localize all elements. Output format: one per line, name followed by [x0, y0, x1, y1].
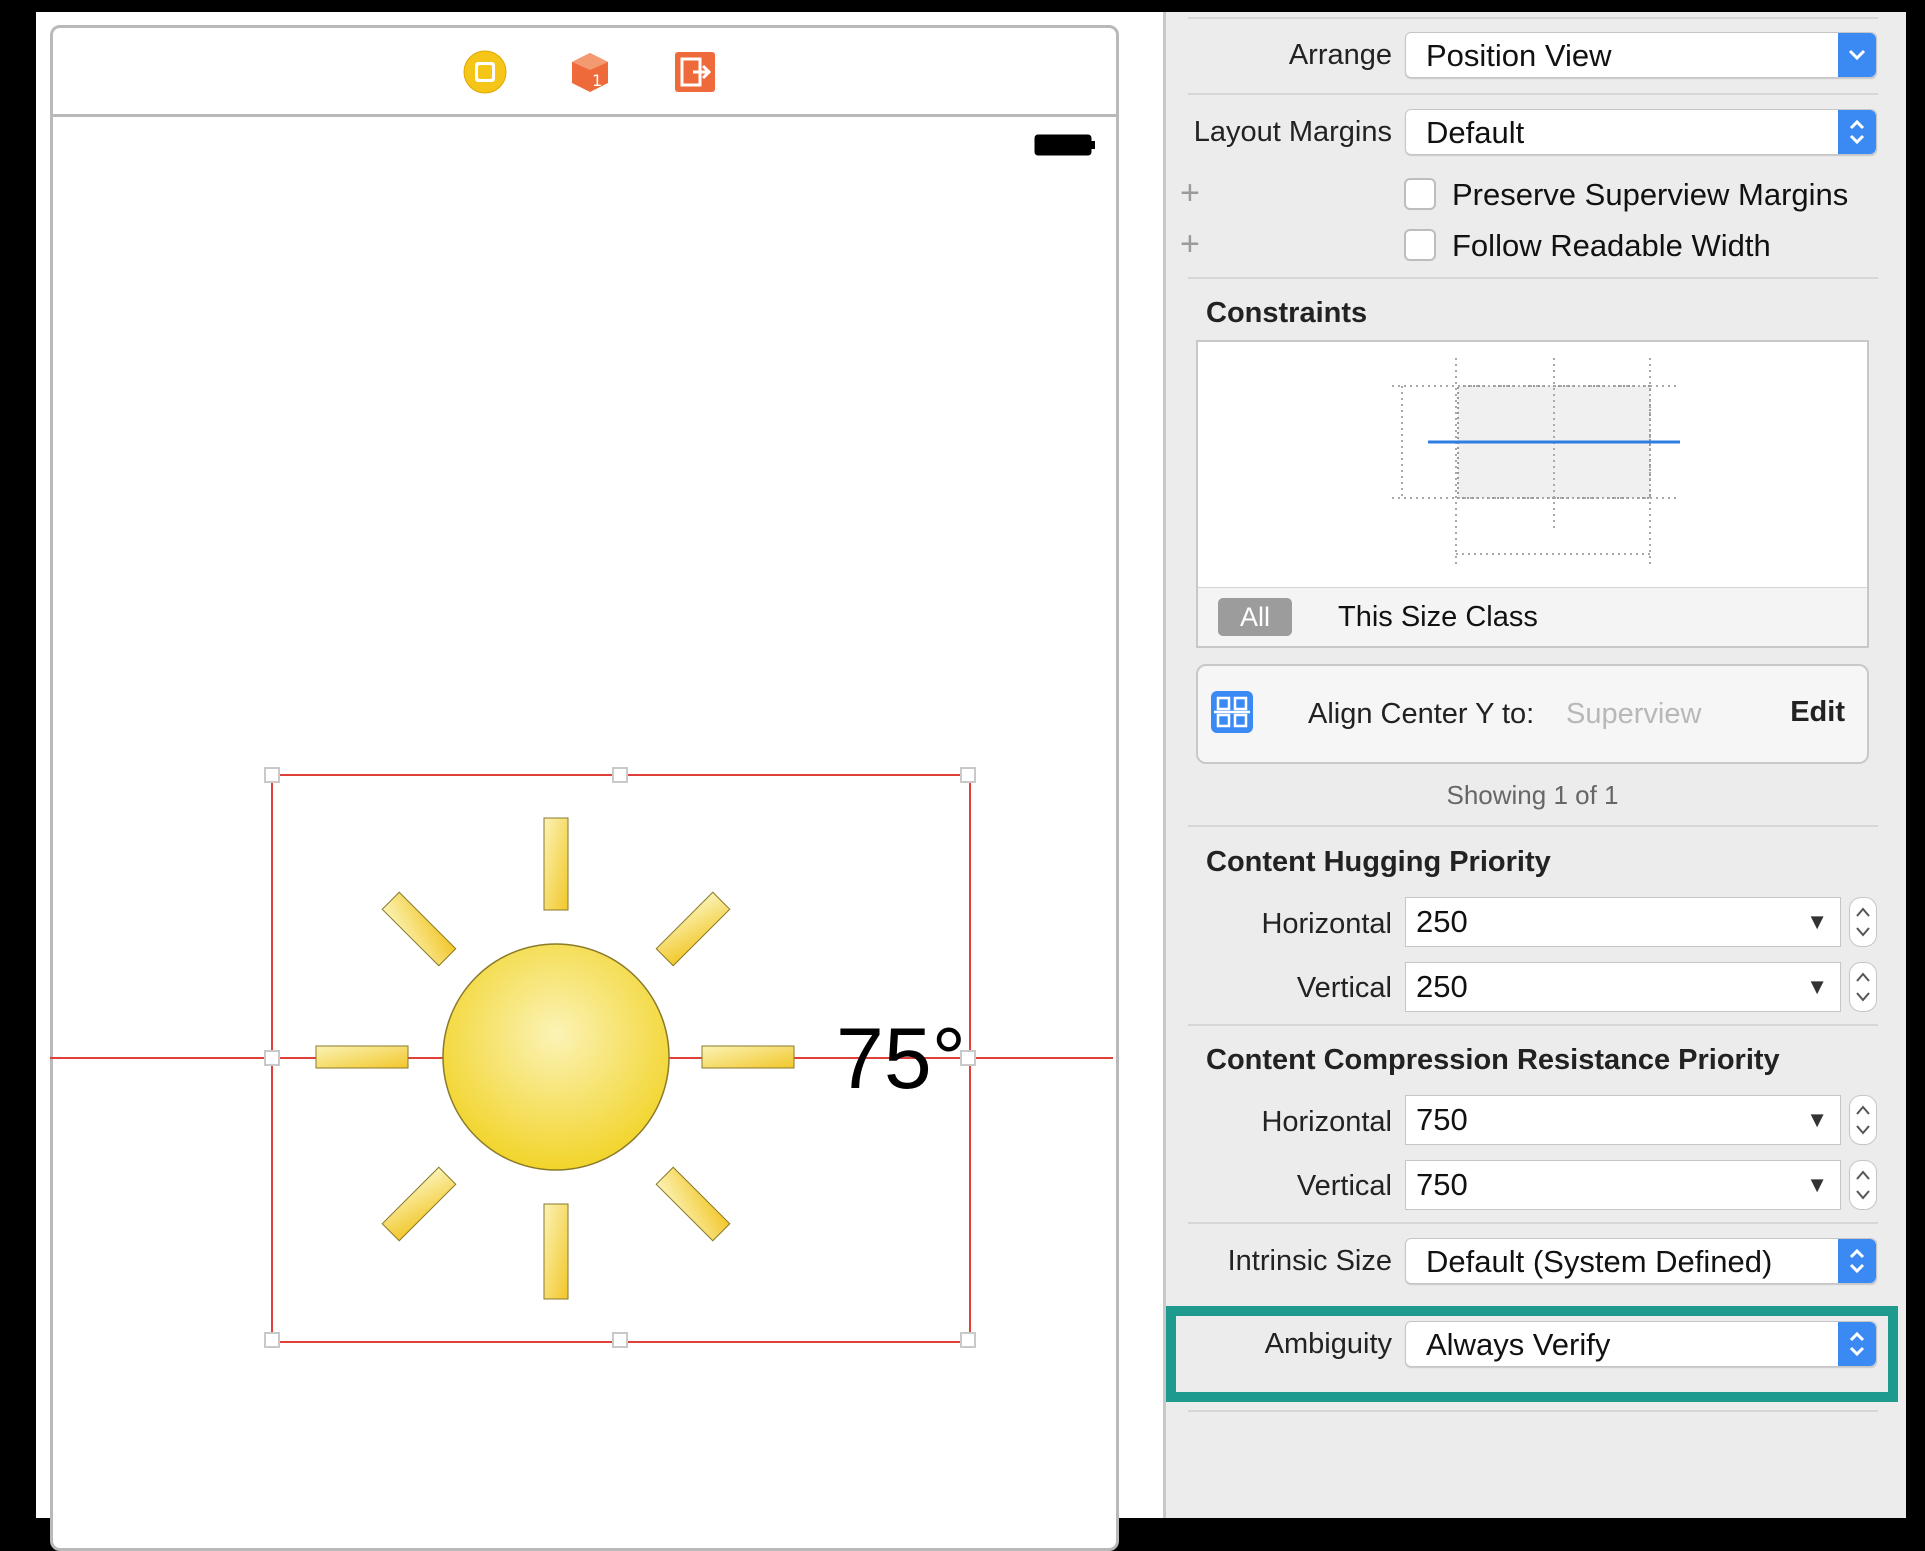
ambiguity-label: Ambiguity: [1264, 1328, 1392, 1360]
up-down-chevron-icon: [1838, 1322, 1876, 1366]
compression-vertical-field[interactable]: 750 ▼: [1405, 1160, 1841, 1210]
stepper-arrows-icon: [1856, 972, 1870, 1002]
segment-this-size-class[interactable]: This Size Class: [1338, 598, 1538, 636]
constraint-description: Align Center Y to:: [1308, 698, 1535, 730]
hugging-horizontal-label: Horizontal: [1261, 908, 1392, 940]
up-down-chevron-icon: [1838, 110, 1876, 154]
dropdown-arrow-icon[interactable]: ▼: [1806, 898, 1828, 946]
layout-margins-popup[interactable]: Default: [1405, 109, 1877, 155]
resize-handle[interactable]: [264, 1050, 280, 1066]
dropdown-arrow-icon[interactable]: ▼: [1806, 1096, 1828, 1144]
layout-margins-label: Layout Margins: [1193, 116, 1392, 148]
hugging-horizontal-stepper[interactable]: [1849, 897, 1877, 947]
compression-vertical-label: Vertical: [1296, 1170, 1392, 1202]
dropdown-arrow-icon[interactable]: ▼: [1806, 1161, 1828, 1209]
constraints-title: Constraints: [1206, 297, 1368, 329]
resize-handle[interactable]: [264, 1332, 280, 1348]
hugging-vertical-stepper[interactable]: [1849, 962, 1877, 1012]
svg-text:1: 1: [592, 71, 602, 90]
resize-handle[interactable]: [960, 767, 976, 783]
arrange-label: Arrange: [1288, 39, 1392, 71]
size-class-segmented-control: All This Size Class: [1198, 587, 1867, 646]
ambiguity-value: Always Verify: [1426, 1327, 1611, 1362]
divider: [1188, 17, 1878, 19]
stepper-arrows-icon: [1856, 1105, 1870, 1135]
divider: [1188, 93, 1878, 95]
resize-handle[interactable]: [612, 767, 628, 783]
hugging-vertical-value: 250: [1416, 969, 1468, 1004]
intrinsic-size-label: Intrinsic Size: [1227, 1245, 1392, 1277]
chevron-down-icon: [1838, 33, 1876, 77]
edit-button[interactable]: Edit: [1790, 696, 1845, 729]
compression-vertical-value: 750: [1416, 1167, 1468, 1202]
segment-all[interactable]: All: [1218, 598, 1292, 636]
resize-handle[interactable]: [264, 767, 280, 783]
align-center-y-icon: [1211, 691, 1253, 733]
follow-readable-width-checkbox[interactable]: [1404, 229, 1436, 261]
constraints-diagram: All This Size Class: [1196, 340, 1869, 648]
plus-icon[interactable]: +: [1180, 225, 1200, 264]
hugging-horizontal-field[interactable]: 250 ▼: [1405, 897, 1841, 947]
compression-title: Content Compression Resistance Priority: [1206, 1044, 1780, 1076]
scene-dock: 1: [53, 28, 1116, 117]
plus-icon[interactable]: +: [1180, 174, 1200, 213]
showing-count: Showing 1 of 1: [1446, 780, 1619, 810]
constraint-diagram-icon: [1392, 358, 1680, 568]
divider: [1188, 1222, 1878, 1224]
resize-handle[interactable]: [612, 1332, 628, 1348]
first-responder-icon[interactable]: 1: [568, 50, 612, 94]
arrange-value: Position View: [1426, 38, 1612, 73]
preserve-superview-margins-label: Preserve Superview Margins: [1452, 177, 1849, 212]
divider: [1188, 825, 1878, 827]
stepper-arrows-icon: [1856, 907, 1870, 937]
hugging-vertical-label: Vertical: [1296, 972, 1392, 1004]
hugging-title: Content Hugging Priority: [1206, 846, 1551, 878]
preserve-superview-margins-checkbox[interactable]: [1404, 178, 1436, 210]
ambiguity-popup[interactable]: Always Verify: [1405, 1321, 1877, 1367]
compression-horizontal-stepper[interactable]: [1849, 1095, 1877, 1145]
constraint-target: Superview: [1566, 698, 1702, 730]
view-controller-icon[interactable]: [463, 50, 507, 94]
stepper-arrows-icon: [1856, 1170, 1870, 1200]
battery-icon: [1034, 134, 1095, 156]
compression-vertical-stepper[interactable]: [1849, 1160, 1877, 1210]
exit-icon[interactable]: [673, 50, 717, 94]
divider: [1188, 277, 1878, 279]
follow-readable-width-label: Follow Readable Width: [1452, 228, 1771, 263]
up-down-chevron-icon: [1838, 1239, 1876, 1283]
layout-margins-value: Default: [1426, 115, 1525, 150]
divider: [1188, 1410, 1878, 1412]
intrinsic-size-popup[interactable]: Default (System Defined): [1405, 1238, 1877, 1284]
arrange-popup[interactable]: Position View: [1405, 32, 1877, 78]
intrinsic-size-value: Default (System Defined): [1426, 1244, 1773, 1279]
dropdown-arrow-icon[interactable]: ▼: [1806, 963, 1828, 1011]
compression-horizontal-field[interactable]: 750 ▼: [1405, 1095, 1841, 1145]
resize-handle[interactable]: [960, 1332, 976, 1348]
hugging-vertical-field[interactable]: 250 ▼: [1405, 962, 1841, 1012]
hugging-horizontal-value: 250: [1416, 904, 1468, 939]
compression-horizontal-value: 750: [1416, 1102, 1468, 1137]
constraint-row[interactable]: Align Center Y to: Superview Edit: [1196, 664, 1869, 764]
divider: [1188, 1024, 1878, 1026]
compression-horizontal-label: Horizontal: [1261, 1106, 1392, 1138]
temperature-label[interactable]: 75°: [836, 1010, 966, 1109]
